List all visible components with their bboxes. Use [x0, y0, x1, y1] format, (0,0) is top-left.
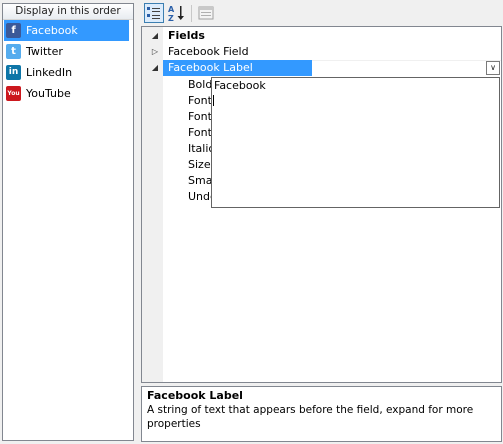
- property-name: Font: [188, 126, 212, 139]
- list-header: Display in this order: [3, 4, 133, 20]
- property-name: Facebook Label: [168, 61, 253, 74]
- youtube-icon: You: [6, 86, 21, 101]
- list-item-label: YouTube: [26, 87, 71, 100]
- property-name: Font: [188, 110, 212, 123]
- list-item-label: Facebook: [26, 24, 78, 37]
- list-item-facebook[interactable]: f Facebook: [4, 20, 129, 41]
- list-item-twitter[interactable]: t Twitter: [4, 41, 129, 62]
- description-text: A string of text that appears before the…: [147, 404, 474, 430]
- linkedin-icon: in: [6, 65, 21, 80]
- category-row-fields[interactable]: ◢ Fields: [142, 28, 501, 44]
- chevron-down-icon[interactable]: ∨: [486, 61, 500, 75]
- toolbar-separator: [191, 5, 192, 22]
- property-row-facebook-label[interactable]: ◢ Facebook Label: [142, 60, 501, 76]
- description-title: Facebook Label: [147, 389, 243, 402]
- categorized-icon: [147, 7, 160, 19]
- svg-text:A: A: [168, 5, 175, 14]
- list-item-label: Twitter: [26, 45, 63, 58]
- text-caret: [213, 95, 214, 106]
- collapse-icon[interactable]: ◢: [150, 28, 160, 44]
- list-item-linkedin[interactable]: in LinkedIn: [4, 62, 129, 83]
- property-name: Facebook Field: [168, 45, 249, 58]
- property-grid[interactable]: ◢ Fields ▷ Facebook Field ◢ Facebook Lab…: [141, 26, 502, 383]
- property-grid-toolbar: A Z: [140, 2, 500, 24]
- facebook-icon: f: [6, 23, 21, 38]
- collapse-icon[interactable]: ◢: [150, 60, 160, 76]
- property-pages-button[interactable]: [196, 3, 216, 23]
- property-name: Font: [188, 94, 212, 107]
- description-panel: Facebook Label A string of text that app…: [141, 386, 502, 442]
- list-item-youtube[interactable]: You YouTube: [4, 83, 129, 104]
- list-item-label: LinkedIn: [26, 66, 73, 79]
- label-text-value[interactable]: Facebook: [214, 79, 266, 92]
- alphabetical-button[interactable]: A Z: [167, 3, 187, 23]
- network-order-list[interactable]: Display in this order f Facebook t Twitt…: [2, 3, 134, 441]
- svg-text:Z: Z: [168, 14, 174, 23]
- property-row-facebook-field[interactable]: ▷ Facebook Field: [142, 44, 501, 60]
- categorized-button[interactable]: [144, 3, 164, 23]
- property-pages-icon: [198, 6, 214, 20]
- expand-icon[interactable]: ▷: [150, 44, 160, 60]
- category-label: Fields: [168, 29, 205, 42]
- label-editor-popup[interactable]: Facebook: [211, 77, 500, 208]
- twitter-icon: t: [6, 44, 21, 59]
- property-name: Size: [188, 158, 211, 171]
- alphabetical-sort-icon: A Z: [168, 5, 184, 23]
- property-name: Bold: [188, 78, 213, 91]
- network-items: f Facebook t Twitter in LinkedIn You You…: [3, 20, 133, 104]
